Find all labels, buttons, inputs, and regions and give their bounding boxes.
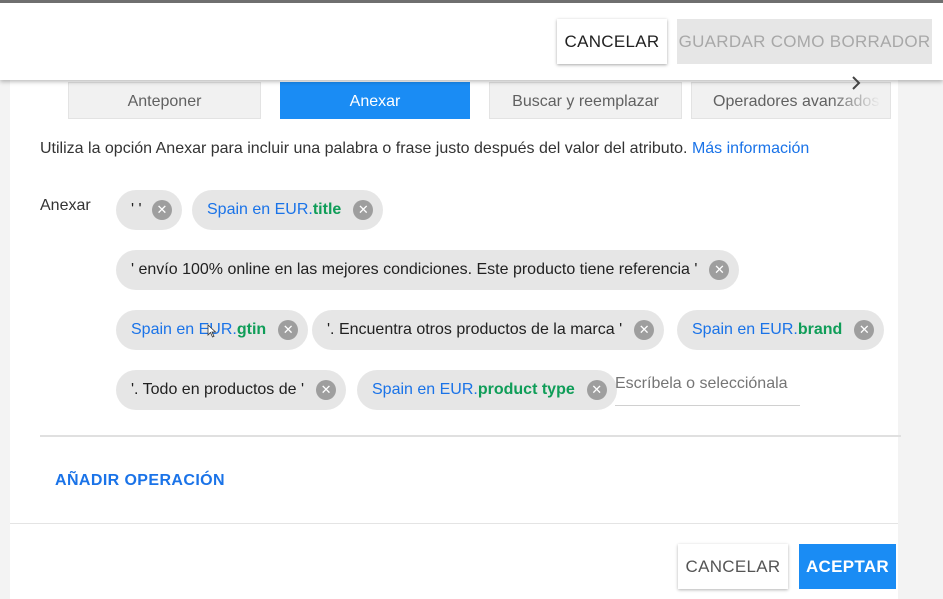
chip-source: Spain en EUR. <box>692 321 798 338</box>
attribute-chip[interactable]: Spain en EUR.brand ✕ <box>677 310 885 350</box>
remove-chip-icon[interactable]: ✕ <box>854 320 875 340</box>
more-info-link[interactable]: Más información <box>692 140 809 157</box>
remove-chip-icon[interactable]: ✕ <box>634 320 655 340</box>
attribute-chip[interactable]: Spain en EUR.title ✕ <box>192 190 384 230</box>
remove-chip-icon[interactable]: ✕ <box>316 380 337 400</box>
chip-attribute: title <box>312 201 342 218</box>
chip-text: '. Encuentra otros productos de la marca… <box>327 321 623 338</box>
divider <box>40 435 901 437</box>
accept-button[interactable]: ACEPTAR <box>799 544 896 589</box>
text-chip[interactable]: ' ' ✕ <box>116 190 182 230</box>
description-text: Utiliza la opción Anexar para incluir un… <box>40 140 688 157</box>
chip-input[interactable] <box>615 367 800 401</box>
remove-chip-icon[interactable]: ✕ <box>353 200 374 220</box>
chip-text: ' envío 100% online en las mejores condi… <box>131 261 698 278</box>
mouse-cursor-icon <box>207 324 217 338</box>
add-operation-button[interactable]: AÑADIR OPERACIÓN <box>55 472 225 490</box>
top-action-bar: CANCELAR GUARDAR COMO BORRADOR <box>0 0 943 80</box>
field-label: Anexar <box>40 197 91 214</box>
chip-source: Spain en EUR. <box>207 201 313 218</box>
operation-tabs: Anteponer Anexar Buscar y reemplazar Ope… <box>68 80 898 120</box>
operation-panel: Anteponer Anexar Buscar y reemplazar Ope… <box>10 80 901 599</box>
text-chip[interactable]: ' envío 100% online en las mejores condi… <box>116 250 740 290</box>
attribute-chip[interactable]: Spain en EUR.product type ✕ <box>357 370 617 410</box>
text-chip[interactable]: '. Encuentra otros productos de la marca… <box>312 310 665 350</box>
chip-source: Spain en EUR. <box>372 381 478 398</box>
divider <box>10 523 898 524</box>
remove-chip-icon[interactable]: ✕ <box>709 260 730 280</box>
chip-attribute: gtin <box>236 321 267 338</box>
tab-anexar[interactable]: Anexar <box>280 82 470 119</box>
description: Utiliza la opción Anexar para incluir un… <box>40 140 809 158</box>
remove-chip-icon[interactable]: ✕ <box>586 380 607 400</box>
tab-buscar-reemplazar[interactable]: Buscar y reemplazar <box>489 82 682 119</box>
cancel-button[interactable]: CANCELAR <box>678 544 788 589</box>
chip-attribute: brand <box>797 321 843 338</box>
chip-input-container <box>615 367 800 406</box>
tab-anteponer[interactable]: Anteponer <box>68 82 261 119</box>
chip-text: ' ' <box>131 201 142 218</box>
chip-attribute: product type <box>477 381 575 398</box>
save-draft-button[interactable]: GUARDAR COMO BORRADOR <box>677 19 932 64</box>
chip-source: Spain en EUR. <box>131 321 237 338</box>
cancel-button-top[interactable]: CANCELAR <box>557 19 667 64</box>
remove-chip-icon[interactable]: ✕ <box>152 200 172 220</box>
remove-chip-icon[interactable]: ✕ <box>278 320 299 340</box>
chip-text: '. Todo en productos de ' <box>131 381 305 398</box>
chevron-right-icon[interactable] <box>849 76 863 90</box>
text-chip[interactable]: '. Todo en productos de ' ✕ <box>116 370 347 410</box>
